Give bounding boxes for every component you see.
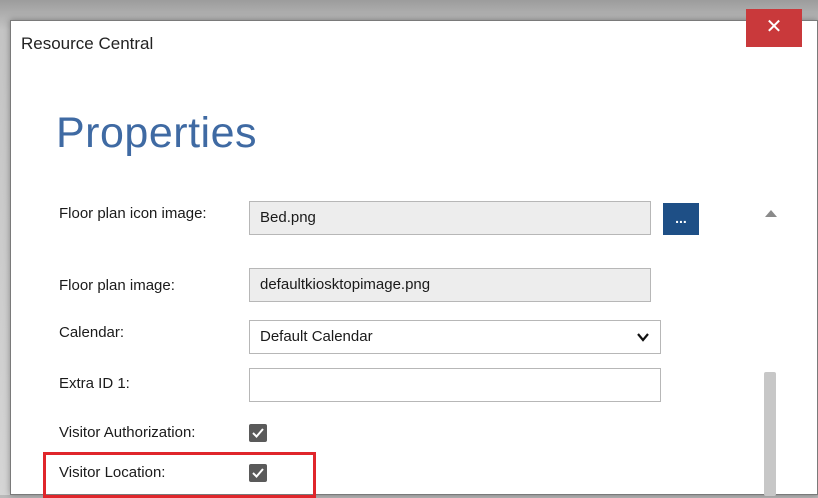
calendar-select-value: Default Calendar bbox=[260, 328, 373, 345]
properties-dialog: Resource Central ✕ Properties Floor plan… bbox=[10, 9, 818, 498]
browse-button[interactable]: ... bbox=[663, 203, 699, 235]
page-title: Properties bbox=[56, 109, 257, 157]
floor-plan-image-label: Floor plan image: bbox=[59, 277, 175, 294]
checkmark-icon bbox=[252, 428, 264, 438]
scroll-up-arrow-icon[interactable] bbox=[763, 207, 779, 219]
visitor-location-highlight bbox=[43, 452, 316, 498]
title-bar: Resource Central bbox=[11, 21, 817, 65]
calendar-label: Calendar: bbox=[59, 324, 125, 341]
calendar-select[interactable]: Default Calendar bbox=[249, 320, 661, 354]
visitor-authorization-checkbox[interactable] bbox=[249, 424, 267, 442]
visitor-authorization-label: Visitor Authorization: bbox=[59, 424, 196, 441]
extra-id-1-input[interactable] bbox=[249, 368, 661, 402]
floor-plan-icon-label: Floor plan icon image: bbox=[59, 205, 207, 222]
scrollbar-thumb[interactable] bbox=[764, 372, 776, 496]
close-button[interactable]: ✕ bbox=[746, 9, 802, 47]
extra-id-1-label: Extra ID 1: bbox=[59, 375, 130, 392]
chevron-down-icon bbox=[637, 333, 649, 342]
floor-plan-icon-field[interactable]: Bed.png bbox=[249, 201, 651, 235]
close-icon: ✕ bbox=[765, 16, 783, 38]
window-title: Resource Central bbox=[21, 34, 154, 53]
floor-plan-image-field[interactable]: defaultkiosktopimage.png bbox=[249, 268, 651, 302]
